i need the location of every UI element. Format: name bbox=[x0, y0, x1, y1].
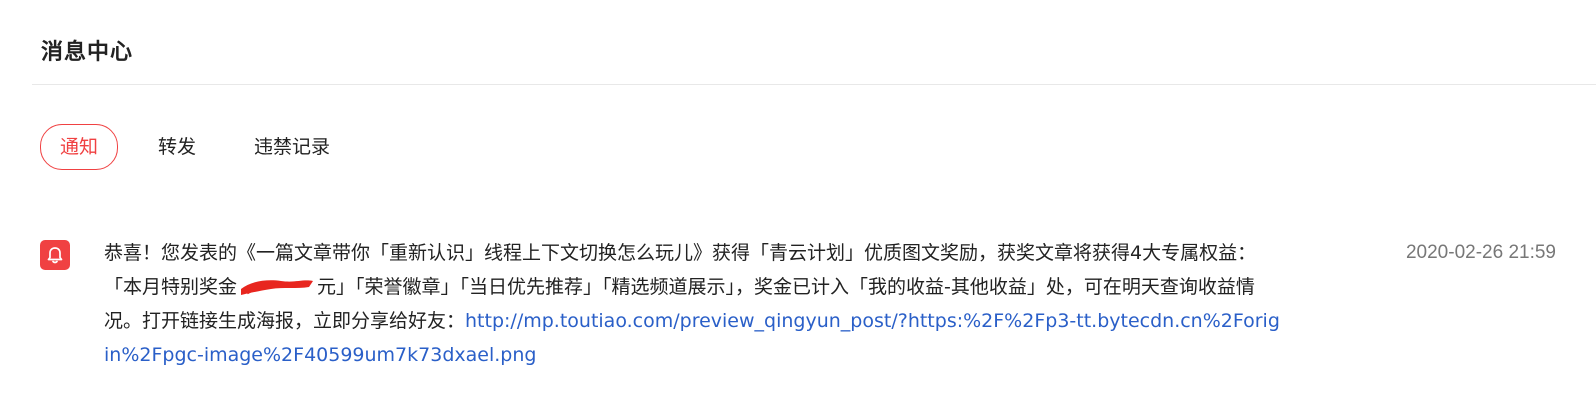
tab-violation-records[interactable]: 违禁记录 bbox=[254, 125, 330, 169]
tab-forwards[interactable]: 转发 bbox=[158, 125, 196, 169]
bell-icon bbox=[40, 240, 70, 270]
page-title: 消息中心 bbox=[41, 40, 134, 65]
tab-notifications[interactable]: 通知 bbox=[40, 124, 119, 170]
notification-message: 恭喜！您发表的《一篇文章带你「重新认识」线程上下文切换怎么玩儿》获得「青云计划」… bbox=[104, 236, 1284, 372]
header-divider bbox=[32, 84, 1596, 85]
redaction-mark bbox=[241, 280, 314, 295]
bell-icon-glyph bbox=[47, 247, 63, 264]
notification-timestamp: 2020-02-26 21:59 bbox=[1405, 242, 1556, 263]
message-tabs: 通知 转发 违禁记录 bbox=[40, 124, 330, 170]
